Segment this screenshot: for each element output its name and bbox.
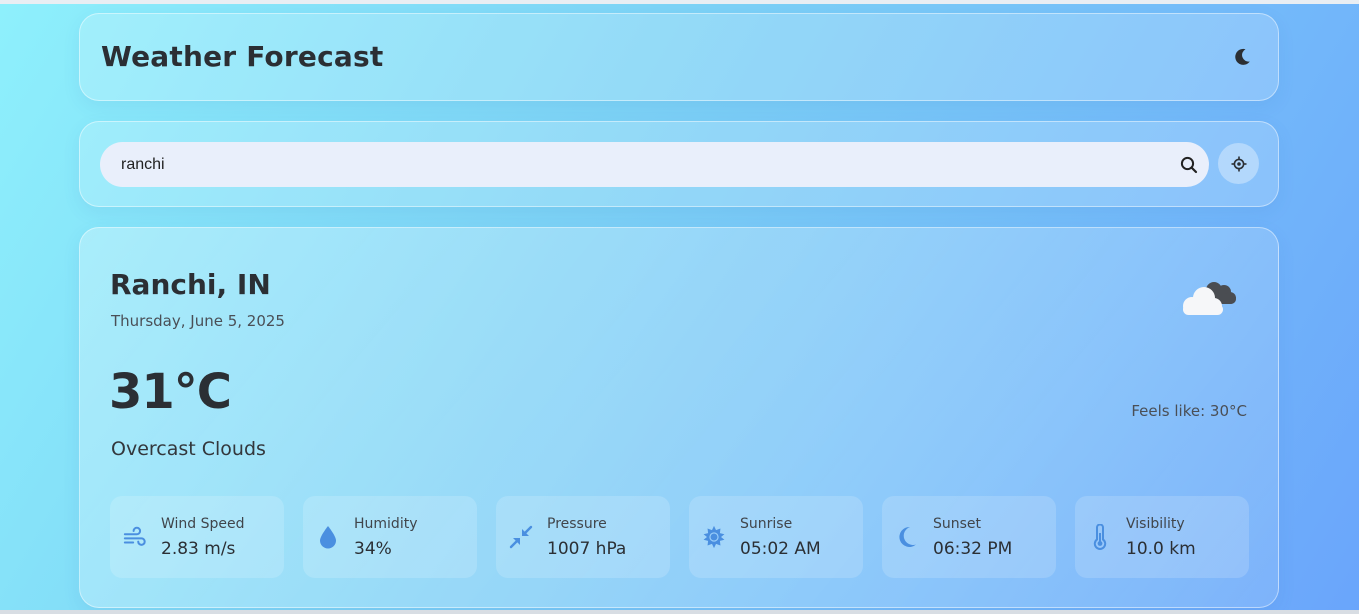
stat-label: Sunset [933,516,982,532]
weather-condition: Overcast Clouds [111,438,266,460]
stat-visibility: Visibility 10.0 km [1075,496,1249,578]
header-card: Weather Forecast [79,13,1279,101]
compress-icon [509,525,533,549]
current-weather-card: Ranchi, IN Thursday, June 5, 2025 31°C O… [79,227,1279,608]
stat-wind-speed: Wind Speed 2.83 m/s [110,496,284,578]
moon-icon [1235,48,1250,65]
stat-value: 1007 hPa [547,539,627,559]
temperature: 31°C [109,364,232,420]
location-crosshair-icon [1231,156,1246,171]
top-border [0,0,1359,4]
app-title: Weather Forecast [101,40,384,73]
stat-label: Wind Speed [161,516,245,532]
droplet-icon [320,526,336,549]
stat-value: 10.0 km [1126,539,1196,559]
bottom-edge [0,610,1359,614]
search-button[interactable] [1169,145,1209,185]
overcast-clouds-icon [1183,282,1236,315]
stat-humidity: Humidity 34% [303,496,477,578]
stat-sunset: Sunset 06:32 PM [882,496,1056,578]
stat-label: Sunrise [740,516,793,532]
stat-label: Humidity [354,516,418,532]
stat-label: Visibility [1126,516,1185,532]
stat-value: 2.83 m/s [161,539,236,559]
location-name: Ranchi, IN [110,268,271,301]
stat-value: 05:02 AM [740,539,821,559]
moon-icon [899,526,916,547]
search-box [100,142,1209,187]
stat-pressure: Pressure 1007 hPa [496,496,670,578]
current-date: Thursday, June 5, 2025 [111,312,285,330]
search-icon [1180,156,1198,173]
stat-value: 06:32 PM [933,539,1013,559]
wind-icon [123,526,146,546]
stat-sunrise: Sunrise 05:02 AM [689,496,863,578]
sun-icon [703,525,725,549]
stat-label: Pressure [547,516,607,532]
weather-stats: Wind Speed 2.83 m/s Humidity 34% Pressur… [110,496,1249,578]
thermometer-icon [1093,524,1107,550]
stat-value: 34% [354,539,392,559]
search-input[interactable] [100,142,1169,187]
search-card [79,121,1279,207]
theme-toggle-button[interactable] [1230,45,1254,69]
current-location-button[interactable] [1218,143,1259,184]
feels-like: Feels like: 30°C [1131,402,1247,420]
